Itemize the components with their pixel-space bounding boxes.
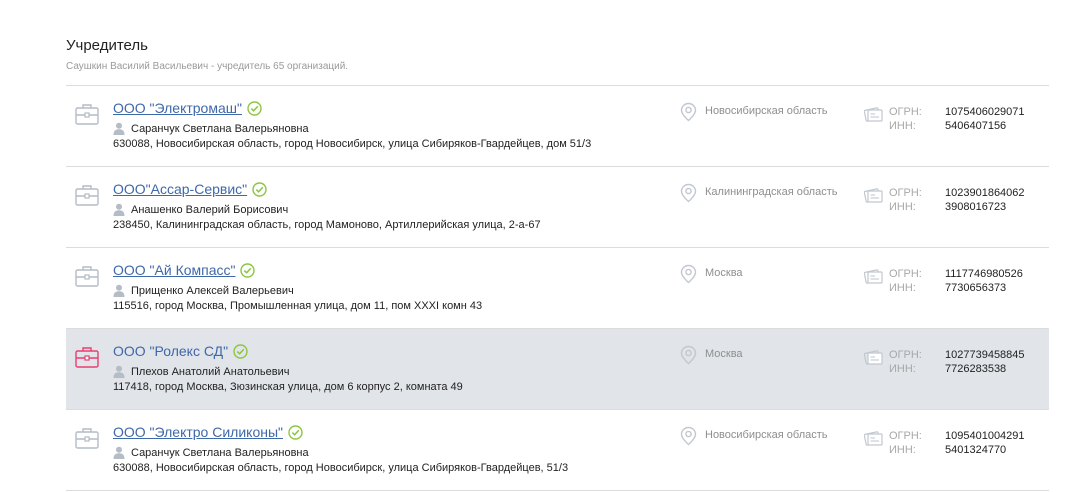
inn-value: 7730656373 <box>945 282 1007 294</box>
person-icon <box>113 122 125 135</box>
organization-region: Москва <box>705 348 743 360</box>
inn-value: 5401324770 <box>945 444 1007 456</box>
ogrn-value: 1117746980526 <box>945 268 1023 280</box>
briefcase-icon <box>75 428 99 449</box>
founder-name: Саранчук Светлана Валерьяновна <box>131 446 309 459</box>
section-subtitle: Саушкин Василий Васильевич - учредитель … <box>66 61 349 72</box>
organization-name-link[interactable]: ООО "Электромаш" <box>113 100 242 116</box>
inn-label: ИНН: <box>889 363 916 375</box>
ogrn-value: 1095401004291 <box>945 430 1025 442</box>
person-icon <box>113 446 125 459</box>
organization-row[interactable]: ООО"Ассар-Сервис" Анашенко Валерий Борис… <box>66 167 1049 248</box>
organization-address: 117418, город Москва, Зюзинская улица, д… <box>113 381 463 393</box>
founder-name: Плехов Анатолий Анатольевич <box>131 365 290 378</box>
inn-label: ИНН: <box>889 120 916 132</box>
ogrn-value: 1027739458845 <box>945 349 1025 361</box>
ogrn-value: 1023901864062 <box>945 187 1025 199</box>
check-circle-icon <box>252 181 267 197</box>
inn-value: 5406407156 <box>945 120 1007 132</box>
organization-row[interactable]: ООО "Электро Силиконы" Саранчук Светлана… <box>66 410 1049 491</box>
map-pin-icon <box>680 183 697 203</box>
map-pin-icon <box>680 426 697 446</box>
organization-region: Калининградская область <box>705 186 838 198</box>
organization-name-link[interactable]: ООО "Электро Силиконы" <box>113 424 283 440</box>
ogrn-label: ОГРН: <box>889 430 922 442</box>
organization-row[interactable]: ООО "Ролекс СД" Плехов Анатолий Анатолье… <box>66 329 1049 410</box>
organization-region: Новосибирская область <box>705 429 828 441</box>
ogrn-label: ОГРН: <box>889 349 922 361</box>
organization-name-link[interactable]: ООО "Ай Компасс" <box>113 262 235 278</box>
check-circle-icon <box>240 262 256 278</box>
organization-region: Новосибирская область <box>705 105 828 117</box>
organization-address: 630088, Новосибирская область, город Нов… <box>113 462 569 474</box>
organization-list: ООО "Электромаш" Саранчук Светлана Валер… <box>66 85 1049 491</box>
inn-label: ИНН: <box>889 201 916 213</box>
organization-name-link[interactable]: ООО"Ассар-Сервис" <box>113 181 247 197</box>
ogrn-label: ОГРН: <box>889 187 922 199</box>
organization-row[interactable]: ООО "Электромаш" Саранчук Светлана Валер… <box>66 86 1049 167</box>
inn-label: ИНН: <box>889 444 916 456</box>
briefcase-icon <box>75 185 99 206</box>
organization-address: 115516, город Москва, Промышленная улица… <box>113 300 483 312</box>
check-circle-icon <box>288 424 303 440</box>
check-circle-icon <box>247 100 262 116</box>
organization-address: 630088, Новосибирская область, город Нов… <box>113 138 592 150</box>
inn-value: 7726283538 <box>945 363 1007 375</box>
person-icon <box>113 365 125 378</box>
id-card-icon <box>864 107 883 122</box>
id-card-icon <box>864 188 883 203</box>
check-circle-icon <box>233 343 248 359</box>
organization-row[interactable]: ООО "Ай Компасс" Прищенко Алексей Валерь… <box>66 248 1049 329</box>
briefcase-icon <box>75 104 99 125</box>
inn-value: 3908016723 <box>945 201 1007 213</box>
founder-name: Саранчук Светлана Валерьяновна <box>131 122 309 135</box>
ogrn-value: 1075406029071 <box>945 106 1025 118</box>
map-pin-icon <box>680 264 697 284</box>
briefcase-icon <box>75 347 99 368</box>
person-icon <box>113 203 125 216</box>
organization-name-link[interactable]: ООО "Ролекс СД" <box>113 343 228 359</box>
id-card-icon <box>864 269 883 284</box>
organization-region: Москва <box>705 267 743 279</box>
organization-address: 238450, Калининградская область, город М… <box>113 219 541 231</box>
id-card-icon <box>864 431 883 446</box>
section-title: Учредитель <box>66 37 148 54</box>
briefcase-icon <box>75 266 99 287</box>
id-card-icon <box>864 350 883 365</box>
founder-name: Прищенко Алексей Валерьевич <box>131 284 294 297</box>
inn-label: ИНН: <box>889 282 916 294</box>
map-pin-icon <box>680 102 697 122</box>
ogrn-label: ОГРН: <box>889 268 922 280</box>
ogrn-label: ОГРН: <box>889 106 922 118</box>
founder-name: Анашенко Валерий Борисович <box>131 203 289 216</box>
map-pin-icon <box>680 345 697 365</box>
person-icon <box>113 284 125 297</box>
